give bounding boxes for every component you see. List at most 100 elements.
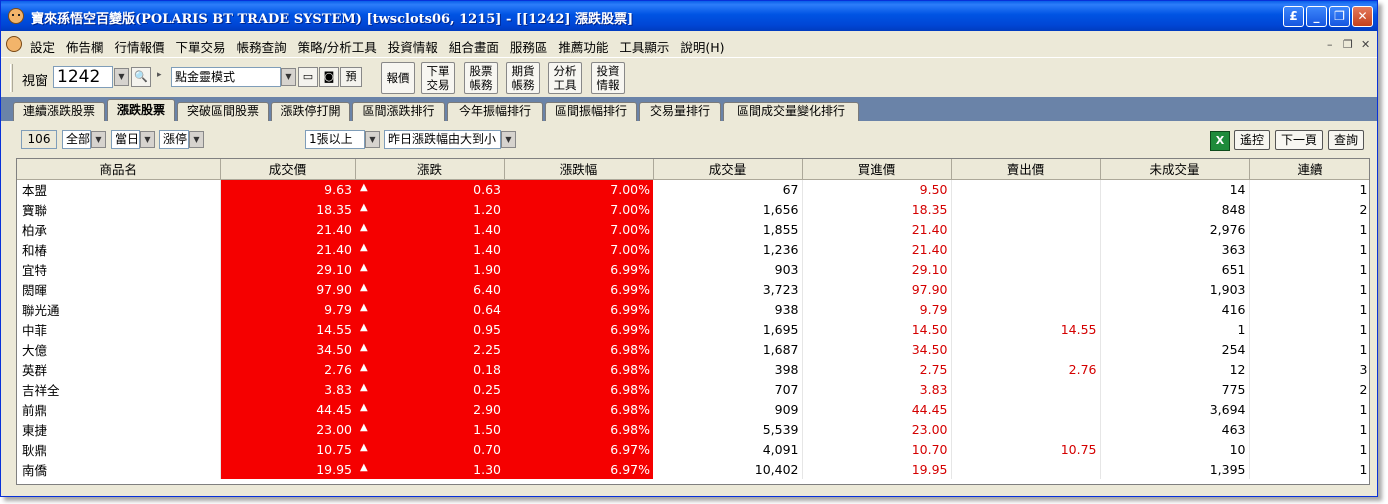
table-row[interactable]: 和椿 21.40 ▲ 1.40 7.00% 1,236 21.40 363 1 — [17, 239, 1369, 259]
volume-select[interactable]: 1張以上 — [305, 130, 365, 149]
column-header[interactable]: 漲跌 — [355, 159, 505, 180]
tab[interactable]: 今年振幅排行 — [447, 102, 543, 121]
search-icon[interactable]: 🔍 — [131, 67, 151, 87]
change-pct-cell: 6.98% — [504, 359, 653, 379]
mode-dropdown-arrow[interactable]: ▼ — [281, 68, 296, 86]
column-header[interactable]: 商品名 — [17, 159, 221, 180]
bid-price-cell: 10.70 — [802, 439, 952, 459]
window-number-input[interactable]: 1242 — [53, 66, 113, 88]
column-header[interactable]: 買進價 — [802, 159, 952, 180]
restore-button[interactable]: ❐ — [1329, 6, 1350, 27]
app-window: 寶來孫悟空百變版(POLARIS BT TRADE SYSTEM) [twscl… — [0, 0, 1378, 497]
table-row[interactable]: 聯光通 9.79 ▲ 0.64 6.99% 938 9.79 416 1 — [17, 299, 1369, 319]
tab[interactable]: 交易量排行 — [639, 102, 721, 121]
type-select[interactable]: 漲停 — [159, 130, 189, 149]
change-pct-cell: 7.00% — [504, 199, 653, 219]
stock-account-button[interactable]: 股票 帳務 — [464, 62, 498, 94]
tab[interactable]: 連續漲跌股票 — [13, 102, 105, 121]
table-row[interactable]: 中菲 14.55 ▲ 0.95 6.99% 1,695 14.50 14.55 1 1 — [17, 319, 1369, 339]
menu-item[interactable]: 行情報價 — [115, 37, 165, 56]
table-row[interactable]: 前鼎 44.45 ▲ 2.90 6.98% 909 44.45 3,694 1 — [17, 399, 1369, 419]
table-row[interactable]: 南僑 19.95 ▲ 1.30 6.97% 10,402 19.95 1,395 1 — [17, 459, 1369, 479]
volume-dropdown-arrow[interactable]: ▼ — [365, 131, 380, 148]
menu-item[interactable]: 投資情報 — [388, 37, 438, 56]
sort-select[interactable]: 昨日漲跌幅由大到小 — [384, 130, 501, 149]
column-header[interactable]: 未成交量 — [1100, 159, 1250, 180]
change-pct-cell: 6.99% — [504, 259, 653, 279]
close-button[interactable]: ✕ — [1352, 6, 1373, 27]
menu-item[interactable]: 組合畫面 — [449, 37, 499, 56]
table-row[interactable]: 閎暉 97.90 ▲ 6.40 6.99% 3,723 97.90 1,903 1 — [17, 279, 1369, 299]
ask-price-cell — [951, 399, 1101, 419]
column-header[interactable]: 漲跌幅 — [504, 159, 654, 180]
tab[interactable]: 突破區間股票 — [177, 102, 269, 121]
table-row[interactable]: 大億 34.50 ▲ 2.25 6.98% 1,687 34.50 254 1 — [17, 339, 1369, 359]
column-header[interactable]: 成交價 — [220, 159, 356, 180]
menu-item[interactable]: 說明(H) — [680, 37, 724, 56]
window-number-dropdown[interactable]: ▼ — [114, 68, 129, 86]
menu-item[interactable]: 服務區 — [510, 37, 548, 56]
menu-item[interactable]: 帳務查詢 — [237, 37, 287, 56]
query-button[interactable]: 查詢 — [1328, 130, 1364, 150]
table-row[interactable]: 柏承 21.40 ▲ 1.40 7.00% 1,855 21.40 2,976 1 — [17, 219, 1369, 239]
analysis-tools-button[interactable]: 分析 工具 — [548, 62, 582, 94]
stock-name-cell: 耿鼎 — [17, 439, 221, 459]
futures-account-line2: 帳務 — [511, 78, 535, 92]
app-icon-button[interactable]: £ — [1283, 6, 1304, 27]
camera-icon[interactable]: ◙ — [319, 67, 339, 87]
tab[interactable]: 漲跌股票 — [107, 99, 175, 121]
mdi-minimize-icon[interactable]: – — [1327, 38, 1333, 51]
table-row[interactable]: 寶聯 18.35 ▲ 1.20 7.00% 1,656 18.35 848 2 — [17, 199, 1369, 219]
bid-price-cell: 9.79 — [802, 299, 952, 319]
ask-price-cell: 2.76 — [951, 359, 1101, 379]
table-row[interactable]: 東捷 23.00 ▲ 1.50 6.98% 5,539 23.00 463 1 — [17, 419, 1369, 439]
quote-button[interactable]: 報價 — [381, 62, 415, 94]
mdi-restore-icon[interactable]: ❐ — [1343, 38, 1353, 51]
menu-item[interactable]: 策略/分析工具 — [298, 37, 377, 56]
table-row[interactable]: 英群 2.76 ▲ 0.18 6.98% 398 2.75 2.76 12 3 — [17, 359, 1369, 379]
mdi-close-icon[interactable]: ✕ — [1361, 38, 1370, 51]
pre-button[interactable]: 預 — [340, 67, 362, 87]
change-pct-cell: 6.98% — [504, 339, 653, 359]
table-row[interactable]: 耿鼎 10.75 ▲ 0.70 6.97% 4,091 10.70 10.75 10 1 — [17, 439, 1369, 459]
column-header[interactable]: 成交量 — [653, 159, 803, 180]
minimize-button[interactable]: _ — [1306, 6, 1327, 27]
tab[interactable]: 漲跌停打開 — [271, 102, 350, 121]
mdi-child-icon[interactable] — [6, 36, 22, 52]
market-dropdown-arrow[interactable]: ▼ — [91, 131, 106, 148]
table-row[interactable]: 宜特 29.10 ▲ 1.90 6.99% 903 29.10 651 1 — [17, 259, 1369, 279]
tab[interactable]: 區間振幅排行 — [545, 102, 637, 121]
tab[interactable]: 區間漲跌排行 — [352, 102, 445, 121]
remote-button[interactable]: 遙控 — [1234, 130, 1270, 150]
tab[interactable]: 區間成交量變化排行 — [723, 102, 859, 121]
table-row[interactable]: 本盟 9.63 ▲ 0.63 7.00% 67 9.50 14 1 — [17, 179, 1369, 199]
order-button[interactable]: 下單 交易 — [421, 62, 455, 94]
toolbar-grip[interactable] — [10, 64, 13, 92]
sort-dropdown-arrow[interactable]: ▼ — [501, 131, 516, 148]
period-dropdown-arrow[interactable]: ▼ — [140, 131, 155, 148]
up-triangle-icon: ▲ — [360, 381, 368, 393]
excel-export-icon[interactable]: X — [1210, 131, 1230, 151]
period-select[interactable]: 當日 — [111, 130, 140, 149]
menu-item[interactable]: 設定 — [30, 37, 55, 56]
menu-item[interactable]: 佈告欄 — [66, 37, 104, 56]
stock-table[interactable]: 商品名 成交價 漲跌 漲跌幅 成交量 買進價 賣出價 未成交量 連續 本盟 9.63 ▲ 0.63 7.… — [16, 158, 1370, 485]
type-dropdown-arrow[interactable]: ▼ — [189, 131, 204, 148]
volume-cell: 10,402 — [653, 459, 803, 479]
mode-select[interactable]: 點金靈模式 — [171, 67, 281, 87]
filter-bar: 106 全部 ▼ 當日 ▼ 漲停 ▼ 1張以上 ▼ 昨日漲跌幅由大到小 ▼ 遙控… — [1, 121, 1377, 157]
change-pct-cell: 7.00% — [504, 219, 653, 239]
title-bar[interactable]: 寶來孫悟空百變版(POLARIS BT TRADE SYSTEM) [twscl… — [1, 1, 1377, 31]
menu-item[interactable]: 工具顯示 — [619, 37, 669, 56]
next-page-button[interactable]: 下一頁 — [1275, 130, 1323, 150]
table-row[interactable]: 吉祥全 3.83 ▲ 0.25 6.98% 707 3.83 775 2 — [17, 379, 1369, 399]
market-select[interactable]: 全部 — [62, 130, 91, 149]
menu-item[interactable]: 下單交易 — [176, 37, 226, 56]
save-icon[interactable]: ▭ — [298, 67, 318, 87]
futures-account-button[interactable]: 期貨 帳務 — [506, 62, 540, 94]
menu-item[interactable]: 推薦功能 — [558, 37, 608, 56]
table-body: 本盟 9.63 ▲ 0.63 7.00% 67 9.50 14 1 寶聯 18.35 ▲ 1.20 7.0… — [17, 179, 1369, 479]
investment-info-button[interactable]: 投資 情報 — [591, 62, 625, 94]
column-header[interactable]: 賣出價 — [951, 159, 1101, 180]
column-header[interactable]: 連續 — [1249, 159, 1369, 180]
